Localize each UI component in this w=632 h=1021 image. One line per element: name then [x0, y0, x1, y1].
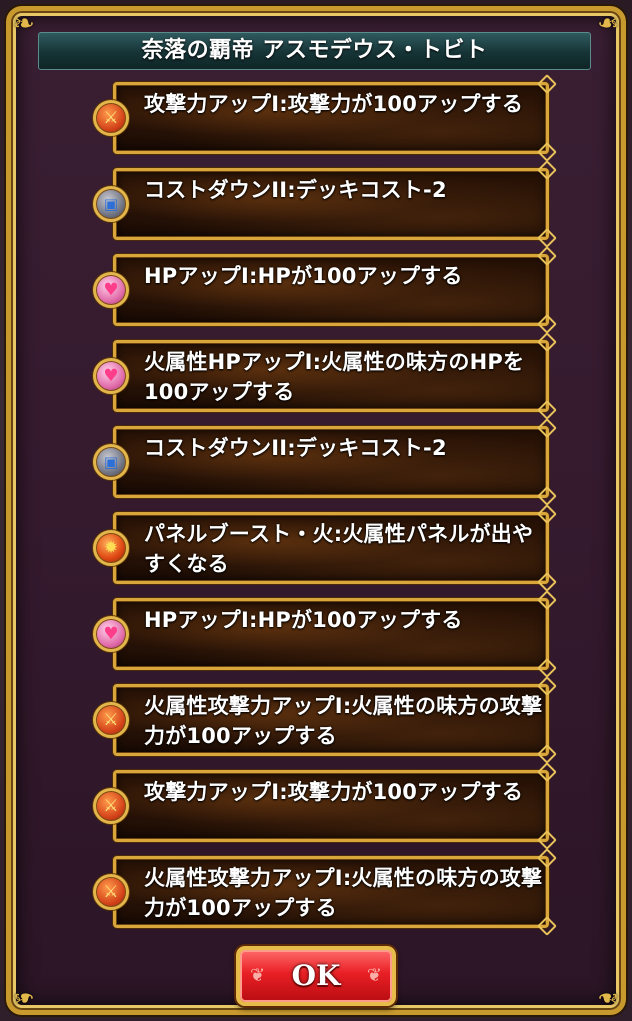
- skill-description: HPアップI:HPが100アップする: [144, 264, 463, 288]
- attack-up-icon: ⚔: [93, 788, 129, 824]
- attack-up-icon: ⚔: [93, 702, 129, 738]
- skill-plate: 火属性HPアップI:火属性の味方のHPを100アップする: [113, 340, 549, 412]
- skill-plate: 火属性攻撃力アップI:火属性の味方の攻撃力が100アップする: [113, 856, 549, 928]
- skill-description: HPアップI:HPが100アップする: [144, 608, 463, 632]
- skill-description: 攻撃力アップI:攻撃力が100アップする: [144, 780, 524, 804]
- corner-ornament-icon: ❧: [597, 9, 619, 39]
- skill-plate: HPアップI:HPが100アップする: [113, 598, 549, 670]
- dialog-title: 奈落の覇帝 アスモデウス・トビト: [38, 32, 591, 70]
- skill-plate: 攻撃力アップI:攻撃力が100アップする: [113, 770, 549, 842]
- skill-plate: HPアップI:HPが100アップする: [113, 254, 549, 326]
- skill-plate: コストダウンII:デッキコスト-2: [113, 168, 549, 240]
- skill-description: コストダウンII:デッキコスト-2: [144, 178, 447, 202]
- hp-up-icon: ♥: [93, 616, 129, 652]
- skill-plate: コストダウンII:デッキコスト-2: [113, 426, 549, 498]
- cost-down-icon: ▣: [93, 444, 129, 480]
- skill-description: 火属性攻撃力アップI:火属性の味方の攻撃力が100アップする: [144, 694, 543, 748]
- hp-up-icon: ♥: [93, 272, 129, 308]
- corner-ornament-icon: ❧: [13, 982, 35, 1012]
- cost-down-icon: ▣: [93, 186, 129, 222]
- skill-plate: パネルブースト・火:火属性パネルが出やすくなる: [113, 512, 549, 584]
- skill-description: 火属性HPアップI:火属性の味方のHPを100アップする: [144, 350, 525, 404]
- skill-plate: 火属性攻撃力アップI:火属性の味方の攻撃力が100アップする: [113, 684, 549, 756]
- panel-boost-fire-icon: ✹: [93, 530, 129, 566]
- skill-plate: 攻撃力アップI:攻撃力が100アップする: [113, 82, 549, 154]
- ok-button[interactable]: OK: [236, 946, 396, 1006]
- skill-description: 火属性攻撃力アップI:火属性の味方の攻撃力が100アップする: [144, 866, 543, 920]
- skill-description: パネルブースト・火:火属性パネルが出やすくなる: [144, 522, 534, 576]
- corner-ornament-icon: ❧: [597, 982, 619, 1012]
- hp-up-icon: ♥: [93, 358, 129, 394]
- attack-up-icon: ⚔: [93, 100, 129, 136]
- skill-description: 攻撃力アップI:攻撃力が100アップする: [144, 92, 524, 116]
- attack-up-icon: ⚔: [93, 874, 129, 910]
- skill-description: コストダウンII:デッキコスト-2: [144, 436, 447, 460]
- corner-ornament-icon: ❧: [13, 9, 35, 39]
